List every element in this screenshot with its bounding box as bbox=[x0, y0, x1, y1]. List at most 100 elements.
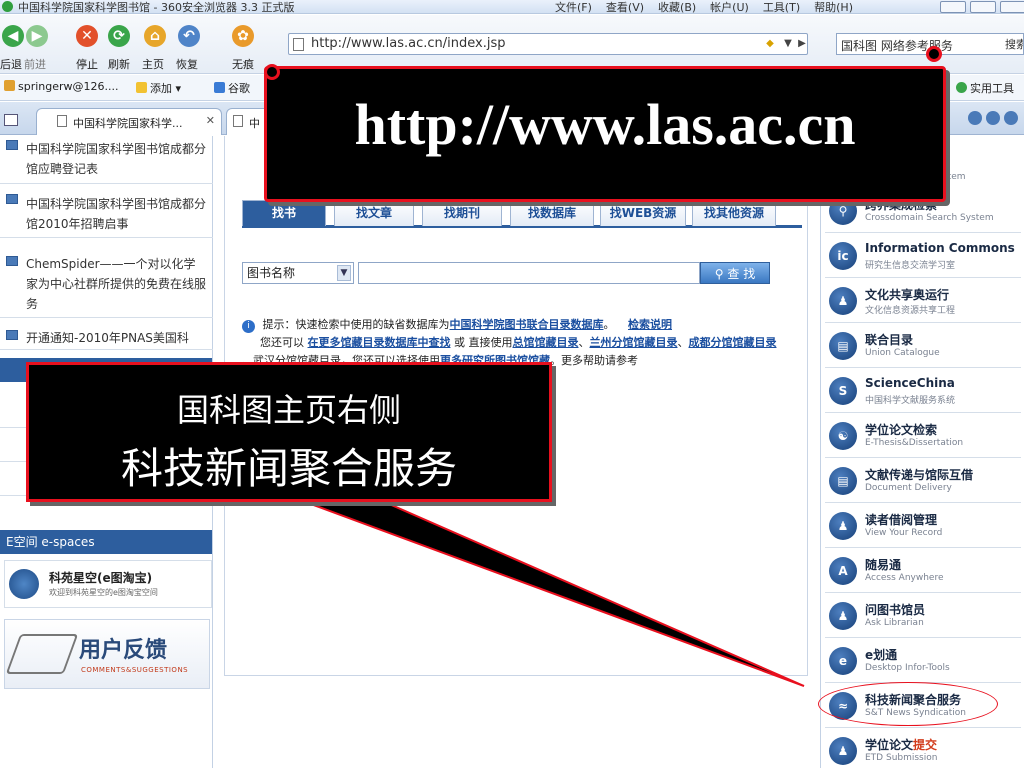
tab-find-database[interactable]: 找数据库 bbox=[510, 200, 594, 226]
tab-title: 中国科学院国家科学... bbox=[73, 117, 183, 130]
service-title: 学位论文检索 bbox=[865, 423, 938, 437]
menu-view[interactable]: 查看(V) bbox=[606, 0, 644, 13]
default-db-link[interactable]: 中国科学院图书联合目录数据库 bbox=[450, 318, 604, 331]
info-icon: i bbox=[242, 320, 255, 333]
tab-close-icon[interactable]: ✕ bbox=[206, 114, 215, 127]
restore-icon[interactable]: ↶ bbox=[178, 25, 200, 47]
news-item[interactable]: ChemSpider——一个对以化学家为中心社群所提供的免费在线服务 bbox=[0, 252, 213, 318]
menu-help[interactable]: 帮助(H) bbox=[814, 0, 853, 13]
window-title: 中国科学院国家科学图书馆 - 360安全浏览器 3.3 正式版 bbox=[18, 1, 295, 14]
tab-find-other[interactable]: 找其他资源 bbox=[692, 200, 776, 226]
tab-second[interactable]: 中 bbox=[226, 108, 276, 135]
catalog-icon: ▤ bbox=[829, 332, 857, 360]
home-icon[interactable]: ⌂ bbox=[144, 25, 166, 47]
search-field-select[interactable]: 图书名称 ▼ bbox=[242, 262, 354, 284]
forward-label: 前进 bbox=[24, 58, 46, 71]
service-item[interactable]: ≈ 科技新闻聚合服务 S&T News Syndication bbox=[825, 685, 1021, 728]
google-icon bbox=[214, 82, 225, 93]
service-item[interactable]: ic Information Commons 研究生信息交流学习室 bbox=[825, 235, 1021, 278]
go-arrow-icon[interactable]: ▶ bbox=[795, 37, 809, 51]
service-item[interactable]: ♟ 问图书馆员 Ask Librarian bbox=[825, 595, 1021, 638]
window-title-bar: 中国科学院国家科学图书馆 - 360安全浏览器 3.3 正式版 文件(F) 查看… bbox=[0, 0, 1024, 14]
chengdu-catalog-link[interactable]: 成都分馆馆藏目录 bbox=[689, 336, 777, 349]
maximize-button[interactable] bbox=[970, 1, 996, 13]
service-item[interactable]: ♟ 文化共享奥运行 文化信息资源共享工程 bbox=[825, 280, 1021, 323]
tools-button[interactable]: 实用工具 bbox=[956, 80, 1014, 96]
search-box[interactable]: 国科图 网络参考服务 搜索 bbox=[836, 33, 1024, 55]
news-item[interactable]: 中国科学院国家科学图书馆成都分馆2010年招聘启事 bbox=[0, 190, 213, 238]
espaces-header: E空间 e-spaces bbox=[0, 530, 212, 554]
service-item[interactable]: ♟ 学位论文提交 ETD Submission bbox=[825, 730, 1021, 768]
tab-page-icon bbox=[233, 115, 243, 127]
tab-find-journal[interactable]: 找期刊 bbox=[422, 200, 502, 226]
more-libraries-link[interactable]: 更多研究所图书馆馆藏 bbox=[440, 354, 550, 367]
service-item[interactable]: ☯ 学位论文检索 E-Thesis&Dissertation bbox=[825, 415, 1021, 458]
tab-active[interactable]: 中国科学院国家科学... ✕ bbox=[36, 108, 222, 135]
minimize-button[interactable] bbox=[940, 1, 966, 13]
service-subtitle: ETD Submission bbox=[865, 753, 938, 763]
etool-icon: e bbox=[829, 647, 857, 675]
menu-tools[interactable]: 工具(T) bbox=[763, 0, 800, 13]
menu-favorites[interactable]: 收藏(B) bbox=[658, 0, 696, 13]
service-title: 问图书馆员 bbox=[865, 603, 926, 617]
query-input[interactable] bbox=[358, 262, 700, 284]
tab-find-book[interactable]: 找书 bbox=[242, 200, 326, 226]
tab-scroll-left-icon[interactable] bbox=[968, 111, 982, 125]
service-title: e划通 bbox=[865, 648, 898, 662]
service-item[interactable]: ▤ 联合目录 Union Catalogue bbox=[825, 325, 1021, 368]
refresh-icon[interactable]: ⟳ bbox=[108, 25, 130, 47]
favorites-bar: springerw@126.... 添加 ▾ 谷歌 实用工具 bbox=[0, 75, 1024, 101]
chevron-down-icon[interactable]: ▼ bbox=[337, 265, 351, 281]
service-item[interactable]: ▤ 文献传递与馆际互借 Document Delivery bbox=[825, 460, 1021, 503]
search-submit-button[interactable]: ⚲ 查 找 bbox=[700, 262, 770, 284]
tab-find-web[interactable]: 找WEB资源 bbox=[600, 200, 686, 226]
stop-icon[interactable]: ✕ bbox=[76, 25, 98, 47]
service-item[interactable]: ⚲ 跨界集成检索 Crossdomain Search System bbox=[825, 190, 1021, 233]
incognito-icon[interactable]: ✿ bbox=[232, 25, 254, 47]
menu-account[interactable]: 帐户(U) bbox=[710, 0, 749, 13]
news-item[interactable]: 开通通知-2010年PNAS美国科 bbox=[0, 326, 213, 350]
search-engine-label[interactable]: 国科图 网络参考服务 bbox=[841, 37, 953, 54]
service-title: 联合目录 bbox=[865, 333, 914, 347]
favorite-add-button[interactable]: 添加 ▾ bbox=[136, 80, 181, 96]
service-item[interactable]: A 随易通 Access Anywhere bbox=[825, 550, 1021, 593]
tab-scroll-right-icon[interactable] bbox=[986, 111, 1000, 125]
service-item[interactable]: S ScienceChina 中国科学文献服务系统 bbox=[825, 370, 1021, 413]
tab-find-article[interactable]: 找文章 bbox=[334, 200, 414, 226]
tab-list-icon[interactable] bbox=[4, 114, 18, 126]
list-item[interactable] bbox=[0, 442, 212, 462]
feedback-title: 用户反馈 bbox=[79, 638, 168, 663]
news-item[interactable]: 中国科学院国家科学图书馆成都分馆应聘登记表 bbox=[0, 136, 213, 184]
submit-icon: ♟ bbox=[829, 737, 857, 765]
close-window-button[interactable] bbox=[1000, 1, 1024, 13]
search-help-link[interactable]: 检索说明 bbox=[628, 318, 672, 331]
more-db-link[interactable]: 在更多馆藏目录数据库中查找 bbox=[308, 336, 451, 349]
main-catalog-link[interactable]: 总馆馆藏目录 bbox=[513, 336, 579, 349]
espace-item[interactable]: 科苑星空(e图淘宝) 欢迎到科苑星空的e图淘宝空间 bbox=[4, 560, 212, 608]
forward-arrow-icon[interactable]: ▶ bbox=[26, 25, 48, 47]
center-panel: 找书 找文章 找期刊 找数据库 找WEB资源 找其他资源 图书名称 ▼ ⚲ 查 … bbox=[214, 136, 818, 768]
favorite-item-google[interactable]: 谷歌 bbox=[214, 80, 250, 96]
librarian-icon: ♟ bbox=[829, 602, 857, 630]
favorite-item-email[interactable]: springerw@126.... bbox=[4, 80, 119, 93]
security-shield-icon[interactable]: ◆ bbox=[763, 37, 777, 51]
incognito-label: 无痕 bbox=[232, 58, 254, 71]
address-bar[interactable]: http://www.las.ac.cn/index.jsp ◆ ▼ ▶ bbox=[288, 33, 808, 55]
service-subtitle: View Your Record bbox=[865, 528, 943, 538]
list-item[interactable] bbox=[0, 408, 212, 428]
service-item[interactable]: e e划通 Desktop Infor-Tools bbox=[825, 640, 1021, 683]
back-arrow-icon[interactable]: ◀ bbox=[2, 25, 24, 47]
service-item[interactable]: ♟ 读者借阅管理 View Your Record bbox=[825, 505, 1021, 548]
lanzhou-catalog-link[interactable]: 兰州分馆馆藏目录 bbox=[590, 336, 678, 349]
url-text[interactable]: http://www.las.ac.cn/index.jsp bbox=[311, 36, 506, 51]
dropdown-arrow-icon[interactable]: ▼ bbox=[781, 37, 795, 51]
thesis-icon: ☯ bbox=[829, 422, 857, 450]
search-go-button[interactable]: 搜索 bbox=[1005, 36, 1023, 52]
feedback-subtitle: COMMENTS&SUGGESTIONS bbox=[81, 666, 189, 674]
menu-file[interactable]: 文件(F) bbox=[555, 0, 592, 13]
tab-menu-icon[interactable] bbox=[1004, 111, 1018, 125]
service-title: 科技新闻聚合服务 bbox=[865, 693, 962, 707]
plus-icon bbox=[956, 82, 967, 93]
feedback-banner[interactable]: 用户反馈 COMMENTS&SUGGESTIONS bbox=[4, 619, 210, 689]
list-item[interactable] bbox=[0, 476, 212, 496]
